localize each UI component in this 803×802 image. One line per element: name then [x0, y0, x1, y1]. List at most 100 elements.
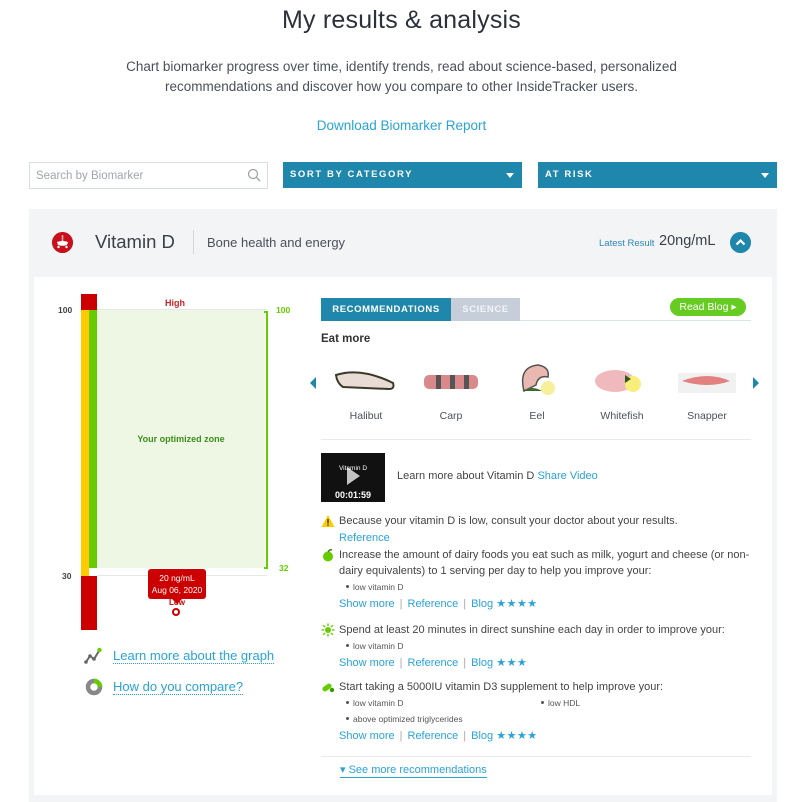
show-more-link[interactable]: Show more: [339, 657, 395, 669]
tooltip-value: 20 ng/mL: [159, 573, 195, 583]
eel-image: [521, 364, 555, 395]
food-name: Eel: [529, 410, 545, 422]
rating-stars: ★★★: [496, 657, 528, 669]
whitefish-image: [595, 370, 641, 392]
reference-link[interactable]: Reference: [408, 657, 459, 669]
rating-stars: ★★★★: [496, 598, 538, 610]
video-thumbnail[interactable]: Vitamin D 00:01:59: [321, 453, 385, 502]
biomarker-card: Vitamin D Bone health and energy Latest …: [29, 209, 777, 802]
eat-more-heading: Eat more: [321, 333, 371, 345]
recommendation-text: Spend at least 20 minutes in direct suns…: [339, 624, 725, 636]
apple-icon: [323, 549, 333, 562]
target-item: low vitamin D: [321, 579, 761, 595]
intro-text: Chart biomarker progress over time, iden…: [126, 59, 677, 94]
graph-trend-icon: [84, 647, 102, 664]
high-range-bar: [81, 294, 97, 310]
latest-result-value: 20ng/mL: [659, 233, 716, 249]
see-more-recommendations-link[interactable]: ▾ See more recommendations: [340, 763, 487, 778]
search-icon[interactable]: [247, 168, 261, 182]
video-description: Learn more about Vitamin D Share Video: [397, 470, 598, 482]
blog-link[interactable]: Blog: [471, 598, 493, 610]
recommendation-text: Because your vitamin D is low, consult y…: [339, 515, 678, 527]
food-name: Snapper: [687, 410, 727, 422]
biomarker-header[interactable]: Vitamin D Bone health and energy Latest …: [29, 209, 777, 277]
skeleton-icon: [52, 232, 73, 253]
page-title: My results & analysis: [282, 6, 521, 34]
optimized-bracket: [264, 311, 268, 569]
food-item-halibut[interactable]: Halibut: [326, 361, 406, 422]
carousel-next-icon[interactable]: [753, 377, 759, 389]
right-tick-bottom: 32: [279, 563, 289, 573]
chevron-down-icon: [761, 173, 769, 178]
blog-link[interactable]: Blog: [471, 657, 493, 669]
video-text: Learn more about Vitamin D: [397, 470, 535, 482]
share-video-link[interactable]: Share Video: [537, 470, 597, 482]
carousel-prev-icon[interactable]: [310, 377, 316, 389]
risk-dropdown-label: AT RISK: [545, 169, 594, 180]
see-more-label: See more recommendations: [348, 764, 487, 776]
divider: [321, 756, 751, 757]
sort-dropdown-label: SORT BY CATEGORY: [290, 169, 414, 180]
food-name: Halibut: [349, 410, 383, 422]
show-more-link[interactable]: Show more: [339, 598, 395, 610]
play-icon: [347, 467, 360, 485]
show-more-link[interactable]: Show more: [339, 730, 395, 742]
reference-link[interactable]: Reference: [408, 598, 459, 610]
target-item: above optimized triglycerides: [321, 711, 761, 727]
recommendation-item: Start taking a 5000IU vitamin D3 supplem…: [321, 679, 761, 745]
latest-result-label: Latest Result: [599, 238, 655, 249]
right-tick-top: 100: [276, 305, 291, 315]
result-tooltip: 20 ng/mL Aug 06, 2020: [148, 569, 206, 604]
compare-donut-icon: [85, 678, 103, 696]
read-blog-button[interactable]: Read Blog ▸: [670, 298, 746, 316]
download-report-link[interactable]: Download Biomarker Report: [0, 118, 803, 133]
learn-more-graph-link[interactable]: Learn more about the graph: [113, 648, 275, 664]
target-item: low HDL: [516, 695, 580, 711]
reference-link[interactable]: Reference: [408, 730, 459, 742]
tab-science[interactable]: SCIENCE: [451, 298, 520, 321]
at-risk-dropdown[interactable]: AT RISK: [538, 162, 777, 188]
recommendation-text: Start taking a 5000IU vitamin D3 supplem…: [339, 681, 664, 693]
normal-range-bar: [81, 310, 89, 576]
food-item-carp[interactable]: Carp: [411, 361, 491, 422]
result-data-point[interactable]: [172, 608, 180, 616]
chevron-down-icon: [506, 173, 514, 178]
search-input[interactable]: [30, 163, 230, 188]
food-item-whitefish[interactable]: Whitefish: [582, 361, 662, 422]
biomarker-detail-panel: 100 30 Your optimized zone 100 32 High L…: [34, 277, 772, 795]
carp-image: [424, 375, 478, 389]
warning-icon: [321, 515, 335, 527]
recommendation-text: Increase the amount of dairy foods you e…: [339, 549, 750, 577]
left-tick-bottom: 30: [62, 571, 72, 581]
divider: [321, 439, 751, 440]
video-duration: 00:01:59: [334, 490, 372, 500]
recommendation-item: Because your vitamin D is low, consult y…: [321, 513, 761, 547]
tab-recommendations[interactable]: RECOMMENDATIONS: [321, 298, 451, 321]
biomarker-name: Vitamin D: [95, 231, 175, 252]
sort-by-category-dropdown[interactable]: SORT BY CATEGORY: [283, 162, 522, 188]
biomarker-category: Bone health and energy: [207, 235, 346, 250]
recommendation-item: Increase the amount of dairy foods you e…: [321, 547, 761, 613]
rating-stars: ★★★★: [496, 730, 538, 742]
blog-link[interactable]: Blog: [471, 730, 493, 742]
target-item: low vitamin D: [321, 638, 761, 654]
optimized-zone-label: Your optimized zone: [137, 434, 225, 444]
food-item-snapper[interactable]: Snapper: [667, 361, 747, 422]
collapse-chevron-up-icon[interactable]: [730, 232, 751, 253]
snapper-image: [678, 373, 736, 393]
low-range-bar: [81, 576, 97, 630]
search-box[interactable]: [29, 162, 268, 189]
food-item-eel[interactable]: Eel: [497, 361, 577, 422]
halibut-image: [334, 371, 395, 391]
biomarker-graph: 100 30 Your optimized zone 100 32 High L…: [34, 277, 314, 637]
header-divider: [193, 230, 194, 254]
high-label: High: [165, 298, 185, 308]
target-item: low vitamin D: [321, 695, 404, 711]
reference-link[interactable]: Reference: [339, 532, 390, 544]
recommendation-item: Spend at least 20 minutes in direct suns…: [321, 622, 761, 672]
caret-down-icon: ▾: [340, 764, 346, 776]
sun-icon: [321, 623, 335, 637]
pill-icon: [322, 683, 335, 693]
food-name: Carp: [439, 410, 463, 422]
how-do-you-compare-link[interactable]: How do you compare?: [113, 679, 244, 695]
